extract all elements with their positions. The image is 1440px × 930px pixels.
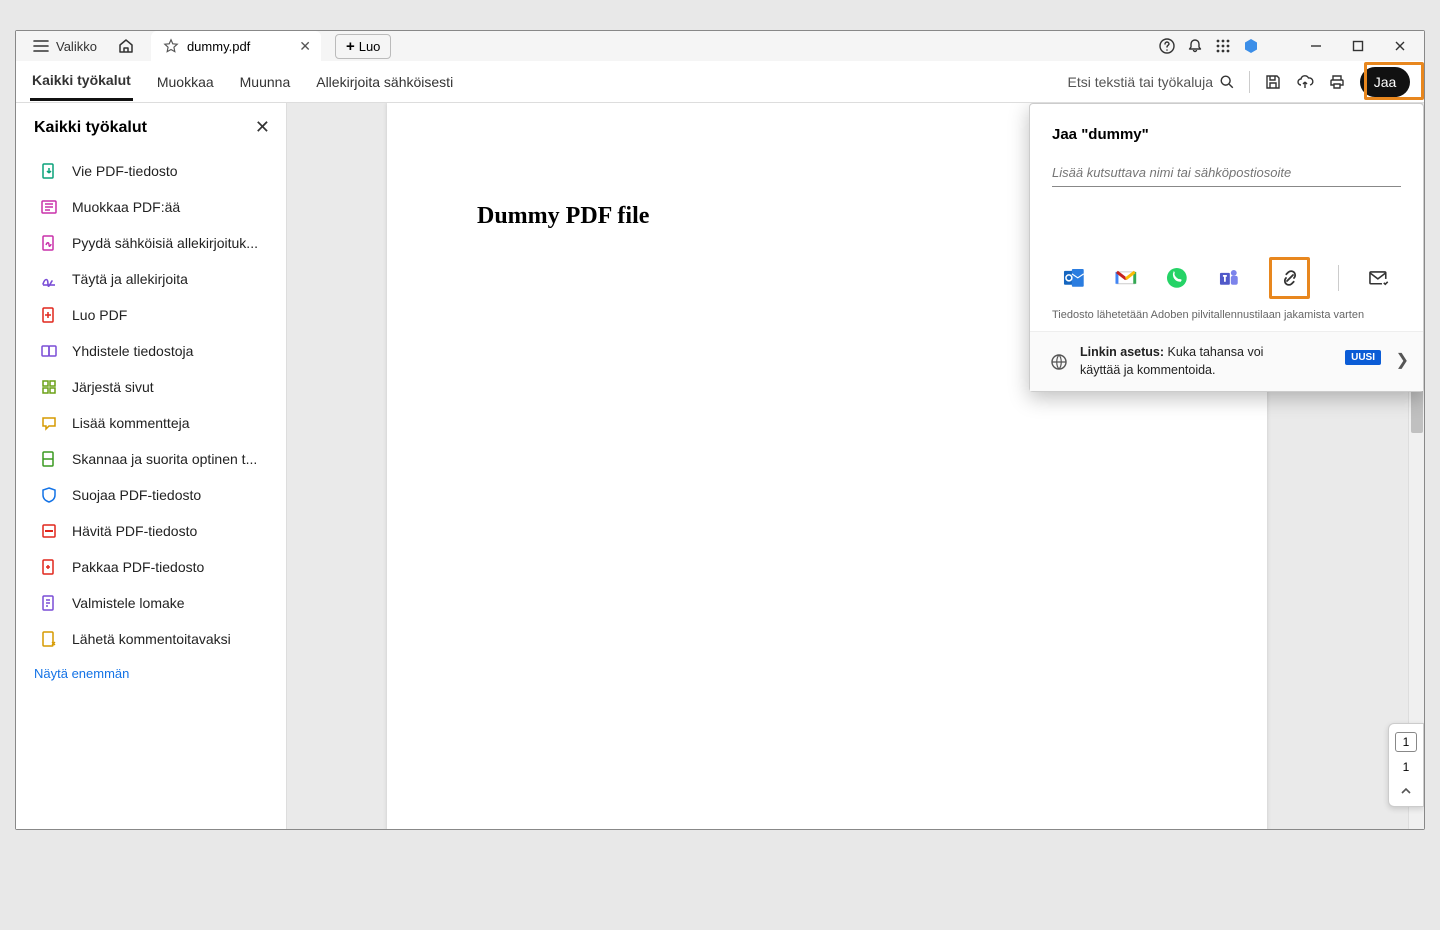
- tool-redact-pdf[interactable]: Hävitä PDF-tiedosto: [34, 514, 276, 548]
- search-icon: [1219, 74, 1235, 90]
- tool-compress-pdf[interactable]: Pakkaa PDF-tiedosto: [34, 550, 276, 584]
- tool-add-comments[interactable]: Lisää kommentteja: [34, 406, 276, 440]
- page-indicator: 1 1: [1388, 723, 1424, 807]
- tool-create-pdf[interactable]: Luo PDF: [34, 298, 276, 332]
- link-settings-label: Linkin asetus:: [1080, 345, 1164, 359]
- tool-fill-sign[interactable]: Täytä ja allekirjoita: [34, 262, 276, 296]
- main-menu-label: Valikko: [56, 39, 97, 54]
- toolbar-item-all-tools[interactable]: Kaikki työkalut: [30, 62, 133, 101]
- plus-icon: +: [346, 38, 355, 55]
- app-window: Valikko dummy.pdf ✕ + Luo: [15, 30, 1425, 830]
- hamburger-icon: [32, 37, 50, 55]
- tool-organize-pages[interactable]: Järjestä sivut: [34, 370, 276, 404]
- tool-send-for-comments[interactable]: Lähetä kommentoitavaksi: [34, 622, 276, 656]
- toolbar-item-sign[interactable]: Allekirjoita sähköisesti: [314, 64, 455, 100]
- tool-scan-ocr[interactable]: Skannaa ja suorita optinen t...: [34, 442, 276, 476]
- globe-icon: [1050, 353, 1068, 371]
- window-maximize-button[interactable]: [1342, 32, 1374, 60]
- sidebar-close-button[interactable]: ✕: [255, 117, 270, 138]
- titlebar: Valikko dummy.pdf ✕ + Luo: [16, 31, 1424, 61]
- app-body: Kaikki työkalut ✕ Vie PDF-tiedosto Muokk…: [16, 103, 1424, 829]
- share-link-button-highlight: [1269, 257, 1311, 299]
- share-panel: Jaa "dummy" Tiedosto lähetetään Adoben p…: [1029, 103, 1424, 392]
- total-pages: 1: [1403, 756, 1410, 780]
- current-page-input[interactable]: 1: [1395, 732, 1417, 752]
- share-panel-title: Jaa "dummy": [1052, 126, 1401, 143]
- search-field[interactable]: Etsi tekstiä tai työkaluja: [1067, 74, 1235, 90]
- window-minimize-button[interactable]: [1300, 32, 1332, 60]
- toolbar-item-edit[interactable]: Muokkaa: [155, 64, 216, 100]
- share-gmail-button[interactable]: [1114, 266, 1138, 290]
- save-button[interactable]: [1264, 73, 1282, 91]
- chevron-right-icon: ❯: [1396, 350, 1409, 370]
- star-icon: [163, 38, 179, 54]
- search-placeholder: Etsi tekstiä tai työkaluja: [1067, 74, 1213, 90]
- apps-grid-button[interactable]: [1214, 37, 1232, 55]
- share-cloud-note: Tiedosto lähetetään Adoben pilvitallennu…: [1052, 309, 1401, 331]
- home-button[interactable]: [111, 33, 141, 59]
- tab-title: dummy.pdf: [187, 39, 250, 54]
- share-link-button[interactable]: [1278, 266, 1302, 290]
- cloud-upload-button[interactable]: [1296, 73, 1314, 91]
- link-settings-row[interactable]: Linkin asetus: Kuka tahansa voi käyttää …: [1030, 331, 1423, 391]
- tool-combine-files[interactable]: Yhdistele tiedostoja: [34, 334, 276, 368]
- tab-close-button[interactable]: ✕: [299, 38, 311, 55]
- print-button[interactable]: [1328, 73, 1346, 91]
- sidebar-title: Kaikki työkalut: [34, 119, 147, 137]
- scroll-to-top-button[interactable]: [1399, 780, 1413, 802]
- share-invite-button[interactable]: [1367, 266, 1391, 290]
- create-label: Luo: [359, 39, 381, 54]
- toolbar-item-convert[interactable]: Muunna: [238, 64, 293, 100]
- show-more-link[interactable]: Näytä enemmän: [34, 666, 276, 681]
- create-button[interactable]: + Luo: [335, 34, 391, 59]
- tool-protect-pdf[interactable]: Suojaa PDF-tiedosto: [34, 478, 276, 512]
- new-badge: UUSI: [1345, 350, 1381, 365]
- main-menu-button[interactable]: Valikko: [24, 33, 105, 59]
- all-tools-sidebar: Kaikki työkalut ✕ Vie PDF-tiedosto Muokk…: [16, 103, 286, 829]
- document-viewport[interactable]: Dummy PDF file Jaa "dummy": [286, 103, 1424, 829]
- main-toolbar: Kaikki työkalut Muokkaa Muunna Allekirjo…: [16, 61, 1424, 103]
- share-whatsapp-button[interactable]: [1165, 266, 1189, 290]
- tool-request-signatures[interactable]: Pyydä sähköisiä allekirjoituk...: [34, 226, 276, 260]
- notifications-button[interactable]: [1186, 37, 1204, 55]
- home-icon: [117, 37, 135, 55]
- share-apps-row: [1052, 259, 1401, 305]
- share-button[interactable]: Jaa: [1360, 67, 1410, 97]
- help-button[interactable]: [1158, 37, 1176, 55]
- tool-edit-pdf[interactable]: Muokkaa PDF:ää: [34, 190, 276, 224]
- share-teams-button[interactable]: [1217, 266, 1241, 290]
- document-tab[interactable]: dummy.pdf ✕: [151, 31, 321, 61]
- tool-prepare-form[interactable]: Valmistele lomake: [34, 586, 276, 620]
- window-close-button[interactable]: [1384, 32, 1416, 60]
- tool-list: Vie PDF-tiedosto Muokkaa PDF:ää Pyydä sä…: [34, 154, 276, 656]
- tool-export-pdf[interactable]: Vie PDF-tiedosto: [34, 154, 276, 188]
- account-button[interactable]: [1242, 37, 1260, 55]
- share-recipient-input[interactable]: [1052, 161, 1401, 187]
- share-outlook-button[interactable]: [1062, 266, 1086, 290]
